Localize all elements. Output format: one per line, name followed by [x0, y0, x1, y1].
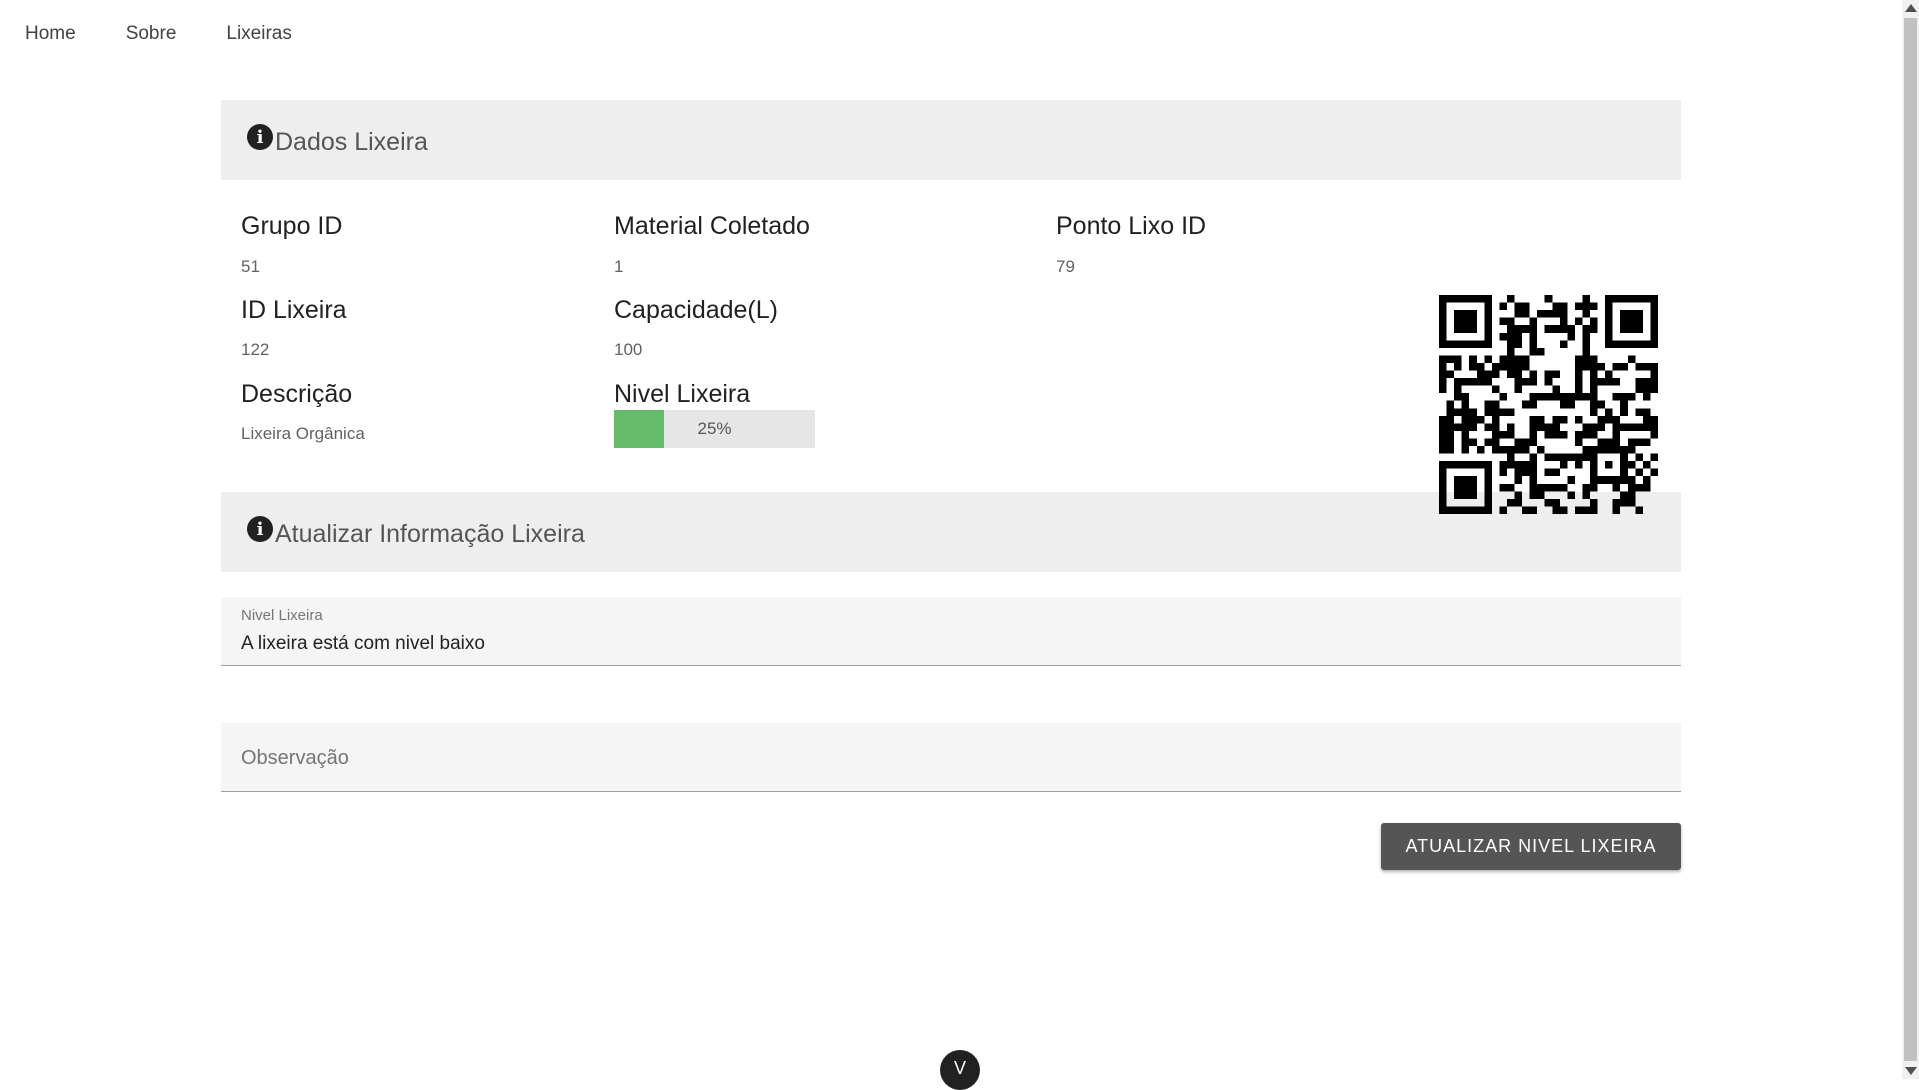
nivel-field-label: Nivel Lixeira	[241, 607, 323, 624]
nav-lixeiras-link[interactable]: Lixeiras	[226, 23, 291, 45]
id-lixeira-value: 122	[241, 340, 270, 359]
descricao-label: Descrição	[241, 380, 353, 408]
nivel-lixeira-field[interactable]: Nivel Lixeira A lixeira está com nivel b…	[221, 597, 1681, 666]
scroll-down-arrow-icon[interactable]	[1905, 1067, 1917, 1075]
observacao-field[interactable]: Observação	[221, 723, 1681, 792]
dados-title: Dados Lixeira	[275, 127, 428, 156]
grupo-id-label: Grupo ID	[241, 212, 343, 240]
nivel-lixeira-label: Nivel Lixeira	[614, 380, 751, 408]
nivel-field-value[interactable]: A lixeira está com nivel baixo	[241, 633, 485, 655]
nivel-progress-bar: 25%	[614, 410, 815, 448]
material-label: Material Coletado	[614, 212, 810, 240]
chevron-down-icon: V	[953, 1058, 966, 1078]
scroll-up-arrow-icon[interactable]	[1905, 4, 1917, 12]
id-lixeira-label: ID Lixeira	[241, 296, 347, 324]
capacidade-value: 100	[614, 340, 643, 359]
top-nav: Home Sobre Lixeiras	[0, 0, 342, 68]
capacidade-label: Capacidade(L)	[614, 296, 778, 324]
material-value: 1	[614, 257, 624, 276]
scroll-thumb[interactable]	[1904, 18, 1917, 1061]
atualizar-nivel-button[interactable]: ATUALIZAR NIVEL LIXEIRA	[1381, 823, 1681, 870]
progress-percent: 25%	[697, 419, 732, 438]
main-container: i Dados Lixeira Grupo ID 51 Material Col…	[221, 100, 1681, 870]
nav-home-link[interactable]: Home	[25, 23, 76, 45]
dados-details: Grupo ID 51 Material Coletado 1 Ponto Li…	[221, 180, 1681, 514]
scroll-down-fab[interactable]: V	[940, 1050, 980, 1090]
grupo-id-value: 51	[241, 257, 260, 276]
dados-header: i Dados Lixeira	[221, 100, 1681, 180]
descricao-value: Lixeira Orgânica	[241, 424, 365, 443]
ponto-lixo-value: 79	[1056, 257, 1075, 276]
ponto-lixo-label: Ponto Lixo ID	[1056, 212, 1207, 240]
nav-sobre-link[interactable]: Sobre	[126, 23, 177, 45]
qr-code-icon	[1439, 295, 1658, 514]
info-icon: i	[247, 124, 273, 150]
page-scrollbar[interactable]	[1902, 0, 1919, 1079]
info-icon: i	[247, 516, 273, 542]
atualizar-title: Atualizar Informação Lixeira	[275, 519, 585, 548]
observacao-placeholder[interactable]: Observação	[241, 747, 349, 770]
